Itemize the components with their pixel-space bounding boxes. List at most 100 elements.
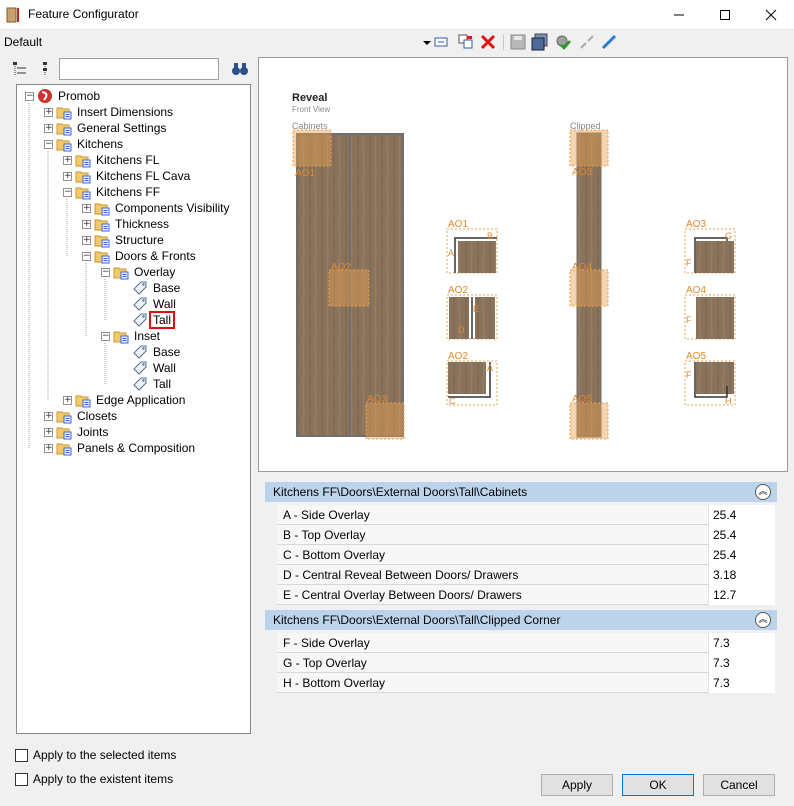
collapse-toggle-icon[interactable]: − [101,267,110,277]
disconnect-icon[interactable] [578,33,596,51]
property-row[interactable]: F - Side Overlay 7.3 [277,633,775,653]
expand-toggle-icon[interactable]: + [44,107,53,117]
expand-toggle-icon[interactable]: + [63,395,72,405]
expand-toggle-icon[interactable]: + [44,443,53,453]
property-row[interactable]: H - Bottom Overlay 7.3 [277,673,775,693]
tag-f-mid: F [686,315,692,325]
apply-existent-label: Apply to the existent items [33,772,174,786]
tree-node[interactable]: Base [120,280,182,296]
maximize-button[interactable] [702,0,748,30]
apply-selected-option[interactable]: Apply to the selected items [15,748,176,762]
save-all-icon[interactable] [531,33,549,51]
tag-c: C [449,396,456,406]
tree-node[interactable]: + Thickness [82,216,171,232]
apply-existent-option[interactable]: Apply to the existent items [15,772,173,786]
tree-node[interactable]: Wall [120,360,178,376]
tree-node[interactable]: + Structure [82,232,166,248]
expand-all-icon[interactable] [12,60,30,78]
tree-node[interactable]: + Joints [44,424,110,440]
tree-node[interactable]: + Panels & Composition [44,440,197,456]
save-icon[interactable] [509,33,527,51]
property-row[interactable]: A - Side Overlay 25.4 [277,505,775,525]
cancel-button[interactable]: Cancel [703,774,775,796]
collapse-cabinets-button[interactable]: ︽ [755,484,771,500]
close-icon [765,9,777,21]
tag-g: G [725,231,732,241]
folder-icon [56,443,72,456]
search-icon[interactable] [231,60,249,78]
section-cabinets-header[interactable]: Kitchens FF\Doors\External Doors\Tall\Ca… [265,482,777,502]
tree-node[interactable]: + Closets [44,408,119,424]
tree-node[interactable]: + Kitchens FL [63,152,161,168]
property-value-input[interactable]: 25.4 [708,525,775,545]
tree-node[interactable]: Tall [120,311,176,329]
tree-node[interactable]: Wall [120,296,178,312]
collapse-toggle-icon[interactable]: − [101,331,110,341]
delete-icon[interactable] [479,33,497,51]
property-value-input[interactable]: 25.4 [708,545,775,565]
property-row[interactable]: G - Top Overlay 7.3 [277,653,775,673]
property-value-input[interactable]: 3.18 [708,565,775,585]
tree-node[interactable]: − Kitchens FF [63,184,162,200]
tree-node[interactable]: + Components Visibility [82,200,232,216]
property-value-input[interactable]: 12.7 [708,585,775,605]
collapse-clipped-button[interactable]: ︽ [755,612,771,628]
tree-node[interactable]: Tall [120,376,173,392]
tree-node-label: Tall [148,311,176,329]
property-value-input[interactable]: 7.3 [708,653,775,673]
tree-node[interactable]: − Overlay [101,264,177,280]
property-value-input[interactable]: 7.3 [708,673,775,693]
tree-node-label: Joints [77,425,109,439]
tree-node[interactable]: − Promob [25,88,102,104]
folder-icon [75,187,91,200]
minimize-button[interactable] [656,0,702,30]
expand-toggle-icon[interactable]: + [44,427,53,437]
apply-button[interactable]: Apply [541,774,613,796]
expand-toggle-icon[interactable]: + [63,155,72,165]
copy-icon[interactable] [457,33,475,51]
folder-icon [94,219,110,232]
property-row[interactable]: B - Top Overlay 25.4 [277,525,775,545]
property-value-input[interactable]: 7.3 [708,633,775,653]
ok-button[interactable]: OK [622,774,694,796]
rename-icon[interactable] [433,33,451,51]
apply-selected-label: Apply to the selected items [33,748,177,762]
section-clipped-header[interactable]: Kitchens FF\Doors\External Doors\Tall\Cl… [265,610,777,630]
tree-node[interactable]: − Doors & Fronts [82,248,198,264]
expand-toggle-icon[interactable]: + [82,203,91,213]
tree-node[interactable]: − Inset [101,328,162,344]
expand-toggle-icon[interactable]: + [82,219,91,229]
collapse-all-icon[interactable] [37,60,55,78]
detail-ao2-bottom: AO2 A C [446,351,498,406]
settings-check-icon[interactable] [554,33,572,51]
property-row[interactable]: C - Bottom Overlay 25.4 [277,545,775,565]
tree-node[interactable]: Base [120,344,182,360]
tree-node[interactable]: + Edge Application [63,392,187,408]
tree-node[interactable]: + Kitchens FL Cava [63,168,192,184]
tree-node[interactable]: + General Settings [44,120,168,136]
expand-toggle-icon[interactable]: + [82,235,91,245]
tree-node[interactable]: + Insert Dimensions [44,104,175,120]
reveal-diagram: Reveal Front View Cabinets Clipped AO1 A… [292,92,736,440]
expand-toggle-icon[interactable]: + [63,171,72,181]
tree-node-label: Inset [134,329,161,343]
collapse-toggle-icon[interactable]: − [44,139,53,149]
search-input[interactable] [59,58,219,80]
tree-node-label: Thickness [115,217,170,231]
item-tag-icon [133,345,147,359]
collapse-toggle-icon[interactable]: − [82,251,91,261]
connect-icon[interactable] [600,33,618,51]
tree-node[interactable]: − Kitchens [44,136,125,152]
apply-existent-checkbox[interactable] [15,772,28,786]
expand-toggle-icon[interactable]: + [44,123,53,133]
collapse-toggle-icon[interactable]: − [25,91,34,101]
collapse-toggle-icon[interactable]: − [63,187,72,197]
property-value-input[interactable]: 25.4 [708,505,775,525]
close-button[interactable] [748,0,794,30]
folder-icon [75,171,91,184]
property-row[interactable]: E - Central Overlay Between Doors/ Drawe… [277,585,775,605]
apply-selected-checkbox[interactable] [15,748,28,762]
feature-tree[interactable]: − Promob + Insert Dimensions + General Settin… [16,84,251,734]
property-row[interactable]: D - Central Reveal Between Doors/ Drawer… [277,565,775,585]
expand-toggle-icon[interactable]: + [44,411,53,421]
